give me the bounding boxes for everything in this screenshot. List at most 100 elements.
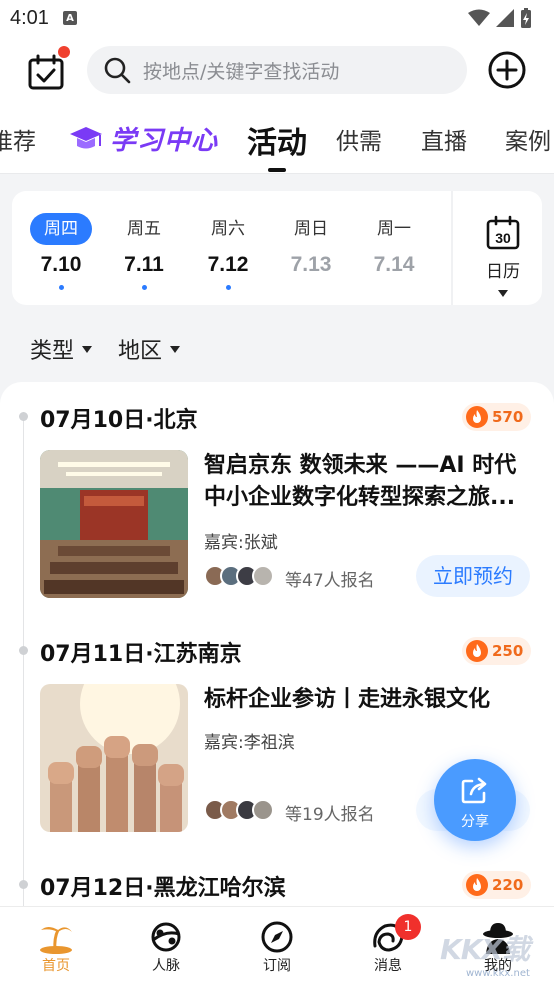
compass-icon: [261, 921, 293, 953]
chevron-down-icon: [170, 345, 181, 353]
nav-subscribe[interactable]: 订阅: [237, 919, 317, 975]
heat-value: 250: [492, 642, 524, 660]
active-tab-indicator: [268, 168, 286, 172]
tab-cases[interactable]: 案例: [505, 122, 551, 156]
top-header: 按地点/关键字查找活动: [0, 36, 554, 106]
search-placeholder: 按地点/关键字查找活动: [143, 60, 340, 83]
book-now-button[interactable]: 立即预约: [416, 555, 530, 597]
wifi-icon: [468, 9, 490, 26]
app-screen: 4:01 A 按地点/关键字查找活动 推荐 学习中心 活动 供需 直播 案例 周…: [0, 0, 554, 984]
tab-live[interactable]: 直播: [421, 122, 467, 156]
date-weekday: 周日: [294, 219, 328, 239]
category-tabs: 推荐 学习中心 活动 供需 直播 案例: [0, 106, 554, 174]
calendar-check-icon[interactable]: [26, 52, 66, 92]
battery-icon: [521, 8, 531, 28]
tab-activity[interactable]: 活动: [247, 118, 307, 162]
avatar: [252, 799, 274, 821]
filter-region-label: 地区: [118, 339, 163, 364]
date-selector: 周四 7.10 周五 7.11 周六 7.12 周日 7.13 周一 7.14: [12, 191, 542, 305]
date-weekday: 周四: [30, 213, 92, 245]
tab-study-label: 学习中心: [110, 126, 219, 156]
share-label: 分享: [461, 814, 489, 830]
date-item[interactable]: 周一 7.14: [359, 213, 429, 277]
nav-messages-label: 消息: [374, 958, 402, 974]
filter-region[interactable]: 地区: [118, 333, 181, 365]
watermark: KKX载: [440, 933, 530, 966]
avatar: [252, 565, 274, 587]
status-bar: 4:01 A: [0, 0, 554, 36]
calendar-label: 日历: [486, 262, 520, 282]
filter-type[interactable]: 类型: [30, 333, 93, 365]
date-value: 7.11: [124, 253, 164, 276]
date-item[interactable]: 周四 7.10: [26, 213, 96, 290]
message-badge: 1: [395, 914, 421, 940]
filter-bar: 类型 地区: [30, 333, 181, 365]
event-dot: [141, 285, 147, 290]
chevron-down-icon: [498, 290, 508, 297]
timeline-dot: [19, 412, 28, 421]
timeline-dot: [19, 646, 28, 655]
event-date-location: 07月10日·北京: [40, 408, 198, 433]
palm-island-icon: [40, 927, 72, 954]
event-title[interactable]: 标杆企业参访丨走进永银文化: [204, 684, 530, 716]
date-weekday: 周六: [211, 219, 245, 239]
tab-supply[interactable]: 供需: [336, 122, 382, 156]
nav-home[interactable]: 首页: [16, 919, 96, 975]
event-image-conference-hall[interactable]: [40, 450, 188, 598]
heat-badge: 570: [462, 403, 532, 431]
date-item[interactable]: 周五 7.11: [109, 213, 179, 290]
share-icon: [461, 777, 487, 804]
graduation-cap-icon: [70, 126, 102, 148]
add-circle-icon[interactable]: [487, 50, 527, 90]
calendar-30-icon: 30: [486, 215, 520, 250]
timeline-line: [23, 412, 24, 906]
heat-badge: 250: [462, 637, 532, 665]
filter-type-label: 类型: [30, 339, 75, 364]
search-icon: [104, 57, 131, 84]
status-icons: [468, 8, 532, 28]
event-guest: 嘉宾:李祖滨: [204, 733, 295, 753]
signal-icon: [496, 9, 514, 27]
event-guest: 嘉宾:张斌: [204, 533, 278, 553]
search-input[interactable]: 按地点/关键字查找活动: [87, 46, 467, 94]
date-value: 7.12: [207, 253, 249, 276]
date-weekday: 周五: [127, 219, 161, 239]
registration-count: 等19人报名: [285, 805, 375, 825]
heat-value: 220: [492, 876, 524, 894]
calendar-notification-dot: [58, 46, 70, 58]
contacts-icon: [151, 922, 181, 952]
event-dot: [225, 285, 231, 290]
fire-icon: [466, 640, 488, 662]
share-button[interactable]: 分享: [434, 759, 516, 841]
nav-contacts[interactable]: 人脉: [126, 919, 206, 975]
registration-count: 等47人报名: [285, 571, 375, 591]
date-value: 7.10: [40, 253, 82, 276]
attendee-avatars: [204, 565, 274, 587]
chevron-down-icon: [82, 345, 93, 353]
tab-study-center[interactable]: 学习中心: [68, 120, 218, 157]
event-image-raised-fists[interactable]: [40, 684, 188, 832]
fire-icon: [466, 874, 488, 896]
event-date-location: 07月11日·江苏南京: [40, 642, 242, 667]
heat-value: 570: [492, 408, 524, 426]
event-dot: [58, 285, 64, 290]
svg-text:30: 30: [495, 230, 511, 246]
calendar-button[interactable]: 30 日历: [464, 215, 542, 297]
fire-icon: [466, 406, 488, 428]
date-weekday: 周一: [377, 219, 411, 239]
date-item[interactable]: 周六 7.12: [193, 213, 263, 290]
nav-contacts-label: 人脉: [152, 958, 180, 974]
status-time: 4:01: [10, 6, 49, 29]
event-title[interactable]: 智启京东 数领未来 ——AI 时代中小企业数字化转型探索之旅...: [204, 450, 530, 514]
heat-badge: 220: [462, 871, 532, 899]
nav-home-label: 首页: [42, 958, 70, 974]
notification-a-icon: A: [62, 11, 77, 25]
date-divider: [451, 191, 453, 305]
nav-subscribe-label: 订阅: [263, 958, 291, 974]
date-value: 7.13: [290, 253, 332, 276]
watermark-url: www.kkx.net: [466, 968, 530, 979]
date-value: 7.14: [373, 253, 415, 276]
attendee-avatars: [204, 799, 274, 821]
tab-recommend[interactable]: 推荐: [0, 122, 36, 156]
date-item[interactable]: 周日 7.13: [276, 213, 346, 277]
